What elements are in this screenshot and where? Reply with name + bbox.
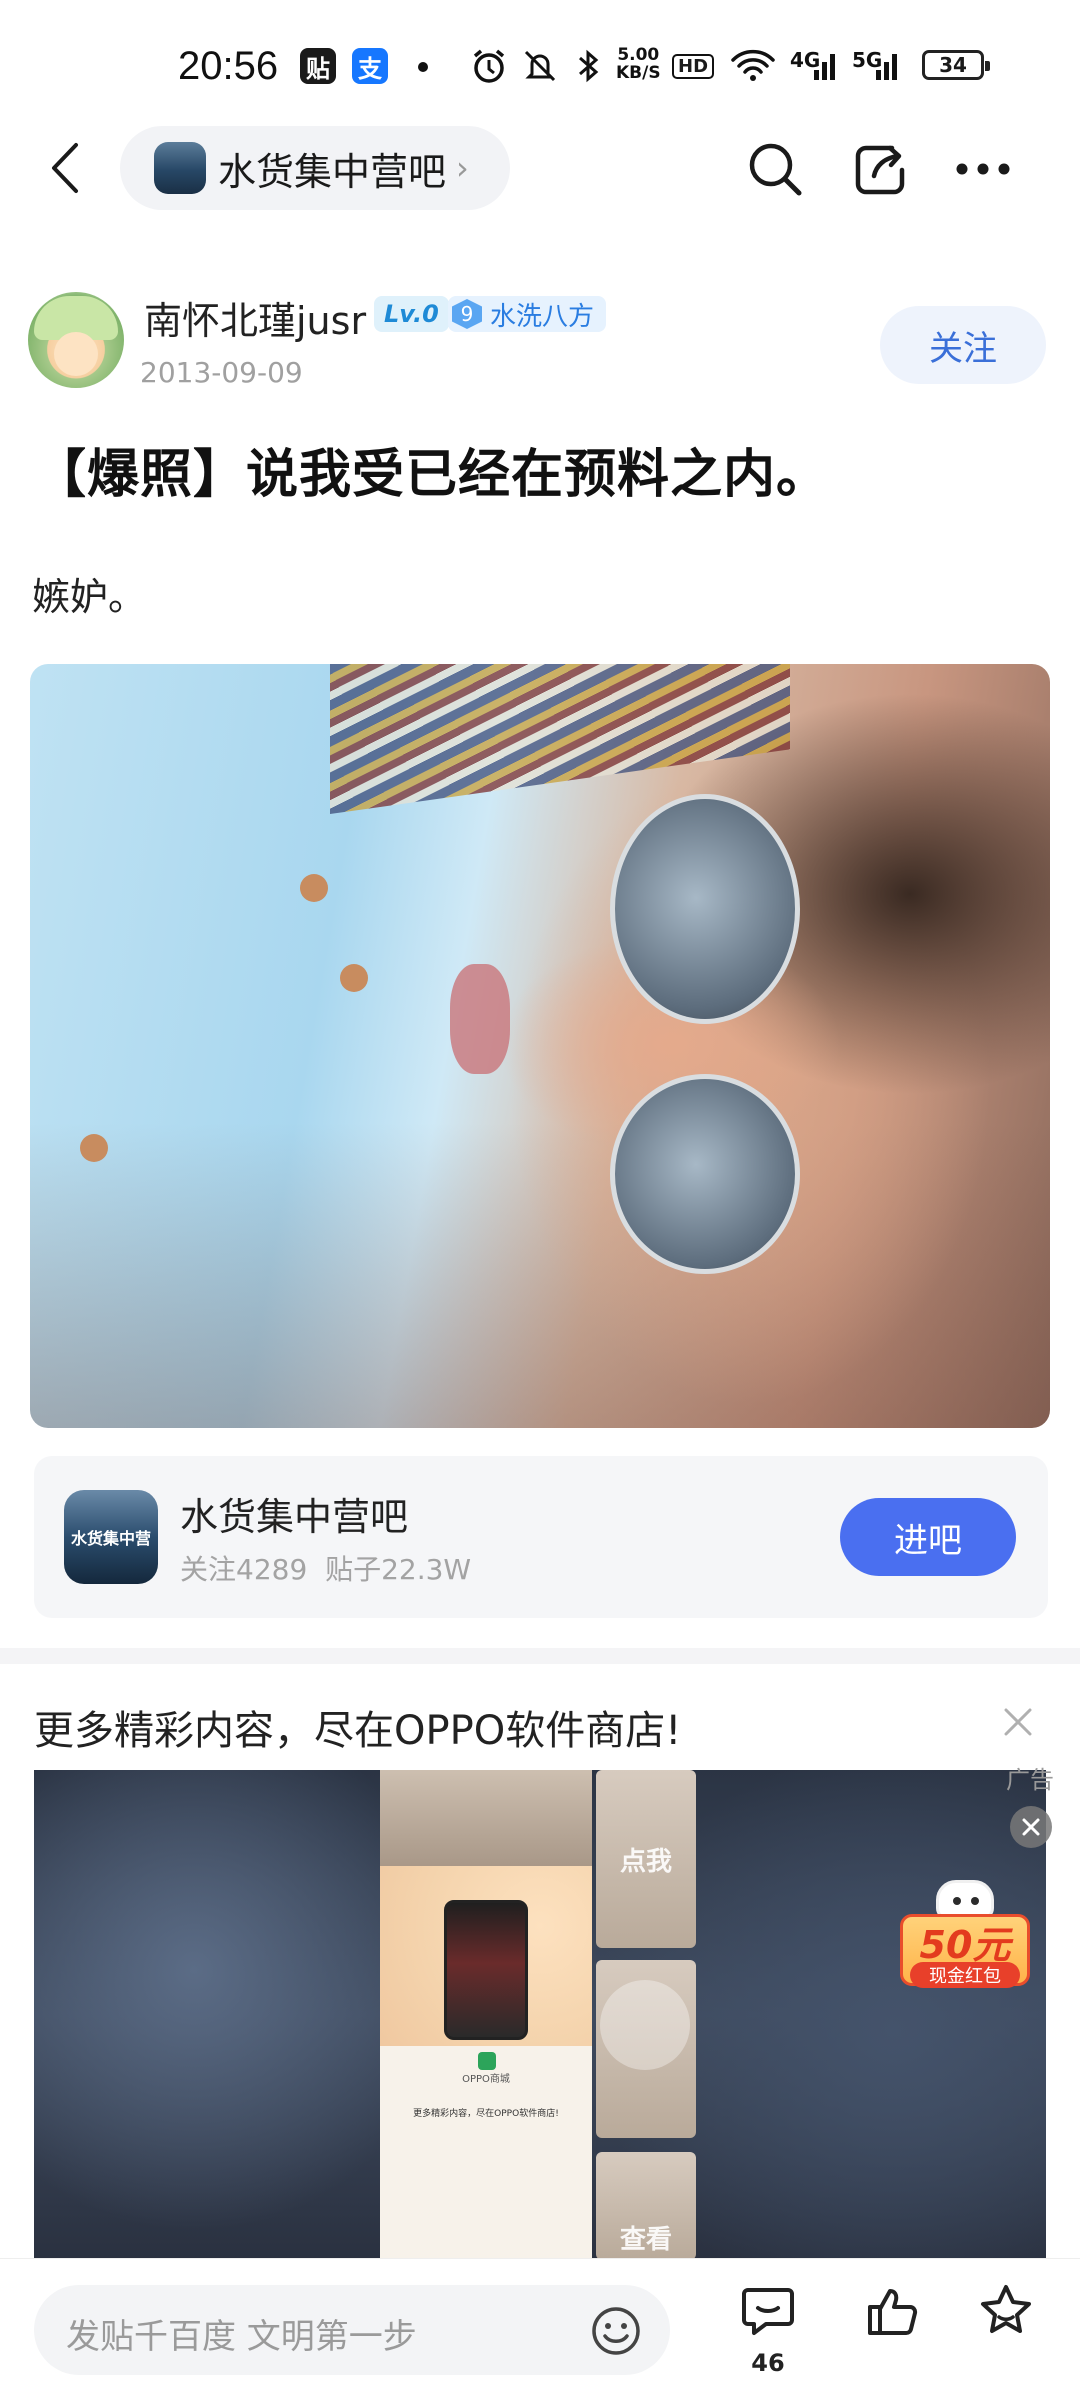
ad-phone-top <box>380 1770 592 1866</box>
forum-card-stats: 关注4289 贴子22.3W <box>180 1548 471 1588</box>
red-packet-badge[interactable]: 50元 现金红包 <box>900 1880 1030 1990</box>
author-name[interactable]: 南怀北瑾jusr <box>144 290 366 345</box>
comment-icon <box>742 2288 794 2335</box>
rank-title: 水洗八方 <box>490 301 595 332</box>
more-button[interactable] <box>948 134 1018 204</box>
post-title: 【爆照】说我受已经在预料之内。 <box>34 445 830 505</box>
red-packet-label: 现金红包 <box>910 1962 1020 1988</box>
notification-dot <box>418 62 428 72</box>
post-photo[interactable] <box>30 664 1050 1428</box>
avatar-face <box>54 332 98 376</box>
rank-badge: 9 水洗八方 <box>448 296 607 332</box>
bottom-bar: 发贴千百度 文明第一步 46 <box>0 2258 1080 2400</box>
close-icon <box>1004 1708 1032 1736</box>
status-bar: 20:56 贴 支 5.00 KB/S HD 4G 5G 34 <box>0 0 1080 130</box>
alipay-app-icon: 支 <box>352 48 388 84</box>
rank-gem-icon: 9 <box>452 299 482 329</box>
star-icon <box>981 2285 1031 2333</box>
ad-close-button[interactable] <box>1010 1806 1052 1848</box>
signal-4g-icon <box>800 46 840 86</box>
ad-phone-caption: 更多精彩内容，尽在OPPO软件商店! <box>413 2109 559 2119</box>
robot-eye <box>971 1897 979 1905</box>
chevron-right-icon: › <box>456 149 469 187</box>
comment-count: 46 <box>751 2349 785 2377</box>
signal-5g-icon <box>862 46 902 86</box>
photo-sunglasses-lens <box>610 1074 800 1274</box>
photo-shirt-button <box>300 874 328 902</box>
more-dots-icon <box>956 163 1010 175</box>
post-date: 2013-09-09 <box>140 356 303 389</box>
hd-icon: HD <box>672 46 715 86</box>
forum-posts: 贴子22.3W <box>325 1553 472 1586</box>
forum-card-name: 水货集中营吧 <box>180 1495 409 1539</box>
ad-phone-mockup: OPPO商城 更多精彩内容，尽在OPPO软件商店! <box>380 1770 592 2260</box>
photo-sunglasses-lens <box>610 794 800 1024</box>
chevron-left-icon <box>52 143 78 193</box>
emoji-icon[interactable] <box>590 2305 642 2357</box>
network-speed: 5.00 KB/S <box>616 46 661 82</box>
follow-button[interactable]: 关注 <box>880 306 1046 384</box>
ad-store-name: OPPO商城 <box>462 2074 510 2085</box>
pointing-hand-icon <box>600 1980 690 2070</box>
mute-icon <box>522 46 558 86</box>
battery-icon: 34 <box>922 50 990 80</box>
ad-phone-screen <box>444 1900 528 2040</box>
status-time: 20:56 <box>178 44 279 88</box>
network-speed-value: 5.00 <box>617 45 660 65</box>
ad-tile-tap: 点我 <box>596 1770 696 1948</box>
search-icon <box>749 143 802 196</box>
ad-dismiss-button[interactable] <box>996 1700 1040 1744</box>
store-icon <box>478 2052 496 2070</box>
photo-shirt-button <box>80 1134 108 1162</box>
photo-shirt-button <box>340 964 368 992</box>
like-button[interactable] <box>860 2279 924 2343</box>
ad-label: 广告 <box>1006 1766 1054 1794</box>
search-button[interactable] <box>740 134 810 204</box>
section-divider <box>0 1648 1080 1664</box>
forum-card-thumbnail: 水货集中营 <box>64 1490 158 1584</box>
enter-forum-button[interactable]: 进吧 <box>840 1498 1016 1576</box>
close-icon <box>1022 1818 1040 1836</box>
forum-card[interactable]: 水货集中营 水货集中营吧 关注4289 贴子22.3W 进吧 <box>34 1456 1048 1618</box>
comment-input[interactable]: 发贴千百度 文明第一步 <box>34 2285 670 2375</box>
forum-thumbnail <box>154 142 206 194</box>
robot-eye <box>953 1897 961 1905</box>
wifi-icon <box>730 46 776 86</box>
level-badge: Lv.0 <box>374 296 449 332</box>
ad-media[interactable]: OPPO商城 更多精彩内容，尽在OPPO软件商店! 点我 查看 <box>34 1770 1046 2260</box>
photo-mouth <box>450 964 510 1074</box>
favorite-button[interactable] <box>974 2279 1038 2343</box>
share-icon <box>855 145 905 195</box>
comment-button[interactable] <box>736 2279 800 2343</box>
red-packet-amount: 50元 <box>919 1923 1011 1967</box>
comment-placeholder: 发贴千百度 文明第一步 <box>66 2317 417 2357</box>
tieba-app-icon: 贴 <box>300 48 336 84</box>
forum-pill[interactable]: 水货集中营吧 › <box>120 126 510 210</box>
author-avatar[interactable] <box>28 292 124 388</box>
bluetooth-icon <box>576 46 602 86</box>
thumbs-up-icon <box>868 2289 918 2335</box>
post-body: 嫉妒。 <box>32 575 147 619</box>
network-speed-unit: KB/S <box>616 63 661 83</box>
share-button[interactable] <box>846 134 916 204</box>
ad-tile-view: 查看 <box>596 2152 696 2260</box>
photo-books <box>330 664 790 814</box>
back-button[interactable] <box>40 136 90 200</box>
ad-title[interactable]: 更多精彩内容，尽在OPPO软件商店! <box>34 1698 681 1756</box>
alarm-icon <box>470 46 508 86</box>
forum-followers: 关注4289 <box>180 1553 308 1586</box>
forum-pill-name: 水货集中营吧 <box>218 149 447 194</box>
